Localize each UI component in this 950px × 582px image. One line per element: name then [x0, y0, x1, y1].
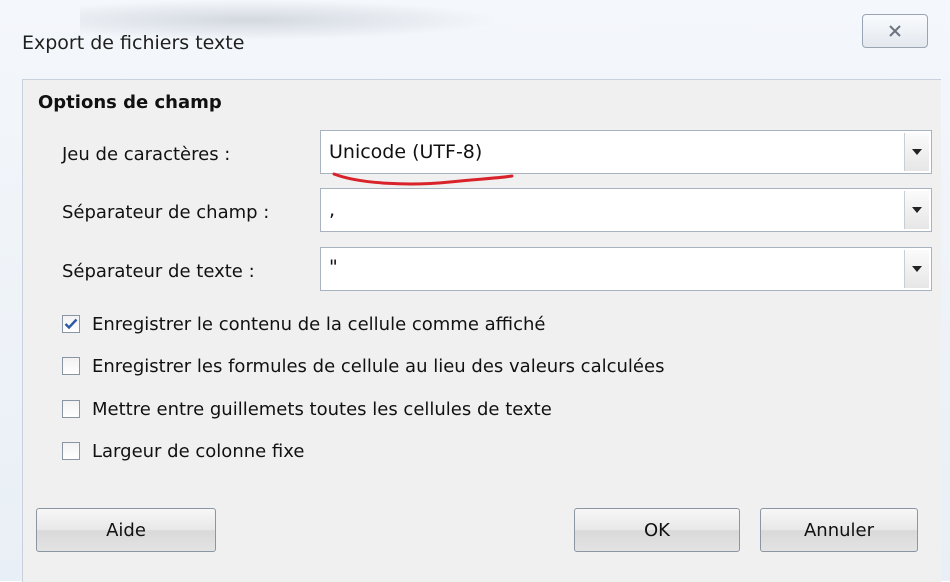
quote-text-cells-label: Mettre entre guillemets toutes les cellu… [92, 398, 552, 420]
field-separator-select[interactable]: , [320, 188, 932, 232]
save-formulas-label: Enregistrer les formules de cellule au l… [92, 355, 665, 377]
charset-dropdown-button[interactable] [904, 133, 929, 171]
field-separator-label: Séparateur de champ : [62, 202, 270, 223]
quote-text-cells-checkbox[interactable] [62, 400, 80, 418]
save-formulas-checkbox[interactable] [62, 357, 80, 375]
checkmark-icon [64, 318, 78, 330]
field-separator-dropdown-button[interactable] [904, 191, 929, 229]
section-title: Options de champ [38, 92, 222, 113]
window-title: Export de fichiers texte [22, 32, 245, 54]
chevron-down-icon [912, 207, 922, 213]
ok-button[interactable]: OK [574, 508, 740, 552]
charset-select[interactable]: Unicode (UTF-8) [320, 130, 932, 174]
text-separator-dropdown-button[interactable] [904, 250, 929, 288]
chevron-down-icon [912, 149, 922, 155]
close-button[interactable] [862, 14, 928, 48]
charset-label: Jeu de caractères : [62, 144, 231, 165]
fixed-width-row[interactable]: Largeur de colonne fixe [62, 438, 304, 464]
save-as-shown-checkbox[interactable] [62, 315, 80, 333]
cancel-button[interactable]: Annuler [760, 508, 918, 552]
save-as-shown-label: Enregistrer le contenu de la cellule com… [92, 313, 546, 335]
close-icon [889, 25, 901, 37]
field-separator-value: , [329, 199, 336, 221]
text-separator-value: " [329, 256, 338, 278]
chevron-down-icon [912, 266, 922, 272]
charset-value: Unicode (UTF-8) [329, 141, 483, 163]
help-button[interactable]: Aide [36, 508, 216, 552]
quote-text-cells-row[interactable]: Mettre entre guillemets toutes les cellu… [62, 396, 552, 422]
text-separator-label: Séparateur de texte : [62, 261, 255, 282]
fixed-width-checkbox[interactable] [62, 442, 80, 460]
text-separator-select[interactable]: " [320, 247, 932, 291]
save-formulas-row[interactable]: Enregistrer les formules de cellule au l… [62, 353, 664, 379]
fixed-width-label: Largeur de colonne fixe [92, 440, 305, 462]
save-as-shown-row[interactable]: Enregistrer le contenu de la cellule com… [62, 311, 545, 337]
